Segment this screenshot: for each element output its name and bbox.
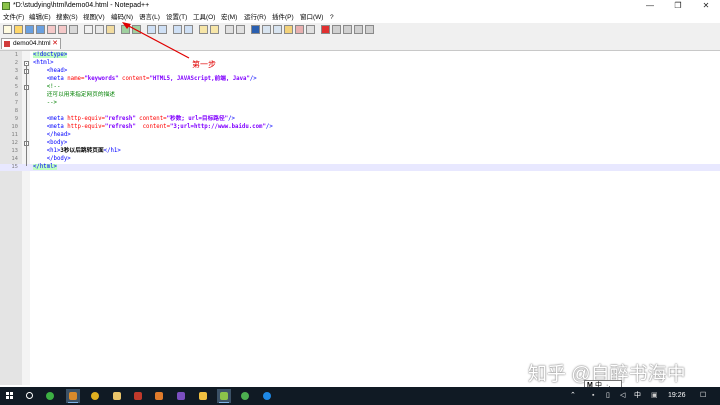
clock-time[interactable]: 19:26 xyxy=(668,390,686,402)
tray-chevron-icon[interactable]: ⌃ xyxy=(570,390,576,402)
annotation-arrow xyxy=(122,22,190,59)
java-icon[interactable] xyxy=(131,389,145,403)
tray-lang[interactable]: 中 xyxy=(634,390,641,402)
taskbar: ⌃ ▪ ▯ ◁ 中 ▣ 19:26 ☐ xyxy=(0,387,720,405)
tray-ime-icon[interactable]: ▣ xyxy=(651,390,658,402)
app-green-icon[interactable] xyxy=(238,389,252,403)
app-icon[interactable] xyxy=(152,389,166,403)
app-blue-icon[interactable] xyxy=(260,389,274,403)
notepadpp-taskbar-icon[interactable] xyxy=(217,389,231,403)
annotation-text: 第一步 xyxy=(192,60,216,69)
wechat-icon[interactable] xyxy=(43,389,57,403)
file-explorer-icon[interactable] xyxy=(110,389,124,403)
notification-icon[interactable]: ☐ xyxy=(700,390,706,402)
visual-studio-icon[interactable] xyxy=(174,389,188,403)
chrome-icon[interactable] xyxy=(88,389,102,403)
search-icon[interactable] xyxy=(23,389,37,403)
tray-app-icon[interactable]: ▪ xyxy=(592,390,594,402)
network-icon[interactable]: ▯ xyxy=(606,390,610,402)
annotation-arrow-line xyxy=(124,23,190,59)
folder-icon[interactable] xyxy=(196,389,210,403)
app-active-icon[interactable] xyxy=(66,389,80,403)
volume-icon[interactable]: ◁ xyxy=(620,390,625,402)
start-windows-icon[interactable] xyxy=(3,389,17,403)
annotation-arrow-head xyxy=(122,22,131,29)
